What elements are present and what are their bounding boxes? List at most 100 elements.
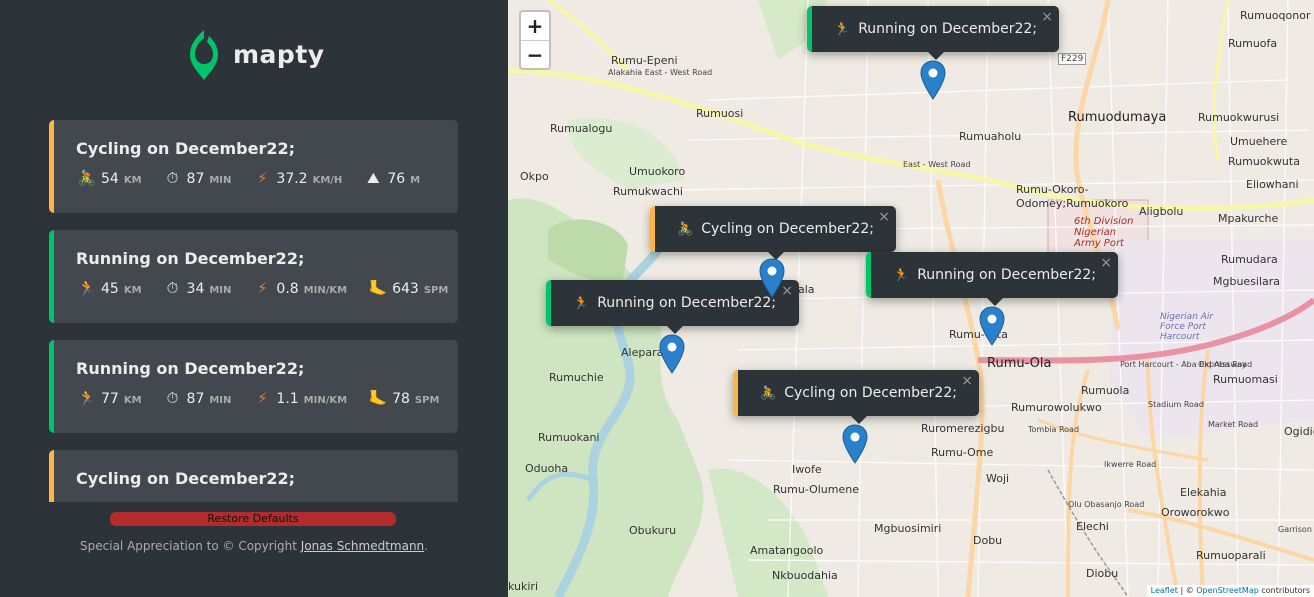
copyright-end: .: [424, 539, 428, 553]
workout-pace: ⚡ 0.8 MIN/KM: [251, 279, 347, 297]
map-label: Rumu-Olumene: [773, 483, 859, 496]
lightning-icon: ⚡: [257, 389, 268, 407]
app-logo: mapty: [189, 28, 325, 80]
workout-list[interactable]: Cycling on December22; 🚴 54 KM ⏱ 87 MIN ⚡ 37.…: [49, 120, 458, 502]
map-label: Umuokoro: [629, 165, 686, 178]
workout-title: Cycling on December22;: [76, 139, 295, 158]
workout-pace: ⚡ 1.1 MIN/KM: [251, 389, 347, 407]
workout-elevation: ⛰ 76 M: [362, 169, 420, 187]
map-label: Rumu-Ola: [987, 356, 1052, 371]
close-icon[interactable]: ×: [878, 209, 890, 225]
map-attribution: Leaflet | © OpenStreetMap contributors: [1146, 585, 1314, 597]
attribution-sep: | ©: [1177, 586, 1197, 595]
close-icon[interactable]: ×: [1041, 9, 1053, 25]
map-label: Rumuosi: [696, 107, 744, 120]
map-label: Garrison Road: [1278, 525, 1314, 534]
zoom-in-button[interactable]: +: [521, 12, 549, 40]
map-label: East - West Road: [903, 160, 971, 169]
elevation-value: 76: [387, 171, 406, 187]
attribution-rest: contributors: [1258, 586, 1310, 595]
footprint-icon: 🦶: [368, 389, 388, 407]
map-marker-icon[interactable]: [842, 424, 868, 464]
map-label: Aligbolu: [1139, 205, 1184, 218]
close-icon[interactable]: ×: [961, 373, 973, 389]
map-label: Rumudara: [1221, 253, 1278, 266]
map-label: Woji: [986, 472, 1010, 485]
workout-distance: 🏃 45 KM: [76, 279, 142, 297]
zoom-out-button[interactable]: −: [521, 40, 549, 68]
map-label: Rumuaholu: [959, 130, 1022, 143]
cadence-value: 78: [392, 391, 410, 407]
map-label: Tombia Road: [1028, 425, 1080, 434]
workout-popup[interactable]: 🏃 Running on December22; ×: [866, 252, 1118, 306]
stopwatch-icon: ⏱: [166, 169, 179, 187]
workout-popup[interactable]: 🚴 Cycling on December22; ×: [733, 370, 979, 424]
workout-title: Running on December22;: [76, 359, 305, 378]
map-marker-icon[interactable]: [979, 306, 1005, 346]
leaflet-link[interactable]: Leaflet: [1151, 586, 1178, 595]
map-label: Rumu-Okoro-Odomey;Rumuokoro: [1016, 183, 1129, 210]
app-name: mapty: [233, 39, 325, 69]
running-icon: 🏃: [77, 389, 97, 407]
map-marker-icon[interactable]: [759, 258, 785, 298]
restore-defaults-button[interactable]: Restore Defaults: [110, 512, 396, 526]
map-label: Mgbuesilara: [1213, 275, 1281, 288]
map-label: Dobu: [973, 534, 1003, 547]
popup-label: Running on December22;: [858, 21, 1038, 37]
workout-distance: 🚴 54 KM: [76, 169, 142, 187]
workout-popup[interactable]: 🏃 Running on December22; ×: [807, 6, 1059, 60]
workout-card-running[interactable]: Running on December22; 🏃 77 KM ⏱ 87 MIN ⚡ 1.1…: [49, 340, 458, 433]
elevation-unit: M: [410, 175, 421, 186]
distance-unit: KM: [123, 175, 142, 186]
map-label: Olu Obasanjo Road: [1068, 500, 1145, 509]
lightning-icon: ⚡: [257, 169, 268, 187]
workout-speed: ⚡ 37.2 KM/H: [251, 169, 342, 187]
army-label: 6th Division Nigerian Army Port: [1074, 216, 1134, 249]
popup-tip: [927, 52, 944, 60]
running-icon: 🏃: [77, 279, 97, 297]
map-label: Rumu-Epeni: [611, 54, 678, 67]
osm-link[interactable]: OpenStreetMap: [1196, 586, 1259, 595]
duration-unit: MIN: [209, 285, 232, 296]
workout-card-cycling[interactable]: Cycling on December22;: [49, 450, 458, 502]
duration-value: 87: [186, 171, 205, 187]
map-label: Stadium Road: [1148, 400, 1204, 409]
cadence-unit: SPM: [423, 285, 449, 296]
running-icon: 🏃: [573, 295, 590, 311]
map-label: Old Aba Road: [1198, 360, 1253, 369]
workout-card-cycling[interactable]: Cycling on December22; 🚴 54 KM ⏱ 87 MIN ⚡ 37.…: [49, 120, 458, 213]
cycling-icon: 🚴: [77, 169, 97, 187]
map-label: Rumuomasi: [1213, 373, 1278, 386]
close-icon[interactable]: ×: [1100, 255, 1112, 271]
distance-value: 54: [101, 171, 119, 187]
running-icon: 🏃: [834, 21, 851, 37]
map-label: Rumuokwuta: [1228, 155, 1300, 168]
workout-popup[interactable]: 🚴 Cycling on December22; ×: [650, 206, 896, 260]
map-label: Rumu-Ome: [931, 446, 994, 459]
cadence-value: 643: [392, 281, 419, 297]
map-label: Rumuchie: [549, 371, 604, 384]
copyright: Special Appreciation to © Copyright Jona…: [0, 539, 508, 553]
map-label: Rumuodumaya: [1068, 110, 1167, 125]
map-label: Mpakurche: [1218, 212, 1279, 225]
map-pin-logo-icon: [190, 30, 218, 80]
stopwatch-icon: ⏱: [166, 279, 179, 297]
running-icon: 🏃: [893, 267, 910, 283]
zoom-control: + −: [519, 10, 551, 70]
mountain-icon: ⛰: [367, 169, 380, 187]
speed-unit: KM/H: [312, 175, 343, 186]
author-link[interactable]: Jonas Schmedtmann: [301, 539, 424, 553]
map-marker-icon[interactable]: [920, 60, 946, 100]
map-label: Nkbuodahia: [772, 569, 838, 582]
footprint-icon: 🦶: [368, 279, 388, 297]
map[interactable]: + − Rumu-Epeni Alakahia East - West Road…: [508, 0, 1314, 597]
workout-distance: 🏃 77 KM: [76, 389, 142, 407]
map-label: Elechi: [1076, 520, 1109, 533]
workout-card-running[interactable]: Running on December22; 🏃 45 KM ⏱ 34 MIN ⚡ 0.8…: [49, 230, 458, 323]
map-label: Oduoha: [525, 462, 569, 475]
map-label: F229: [1058, 53, 1087, 65]
popup-label: Running on December22;: [917, 267, 1097, 283]
distance-value: 77: [101, 391, 119, 407]
popup-label: Cycling on December22;: [701, 221, 874, 237]
map-marker-icon[interactable]: [659, 334, 685, 374]
